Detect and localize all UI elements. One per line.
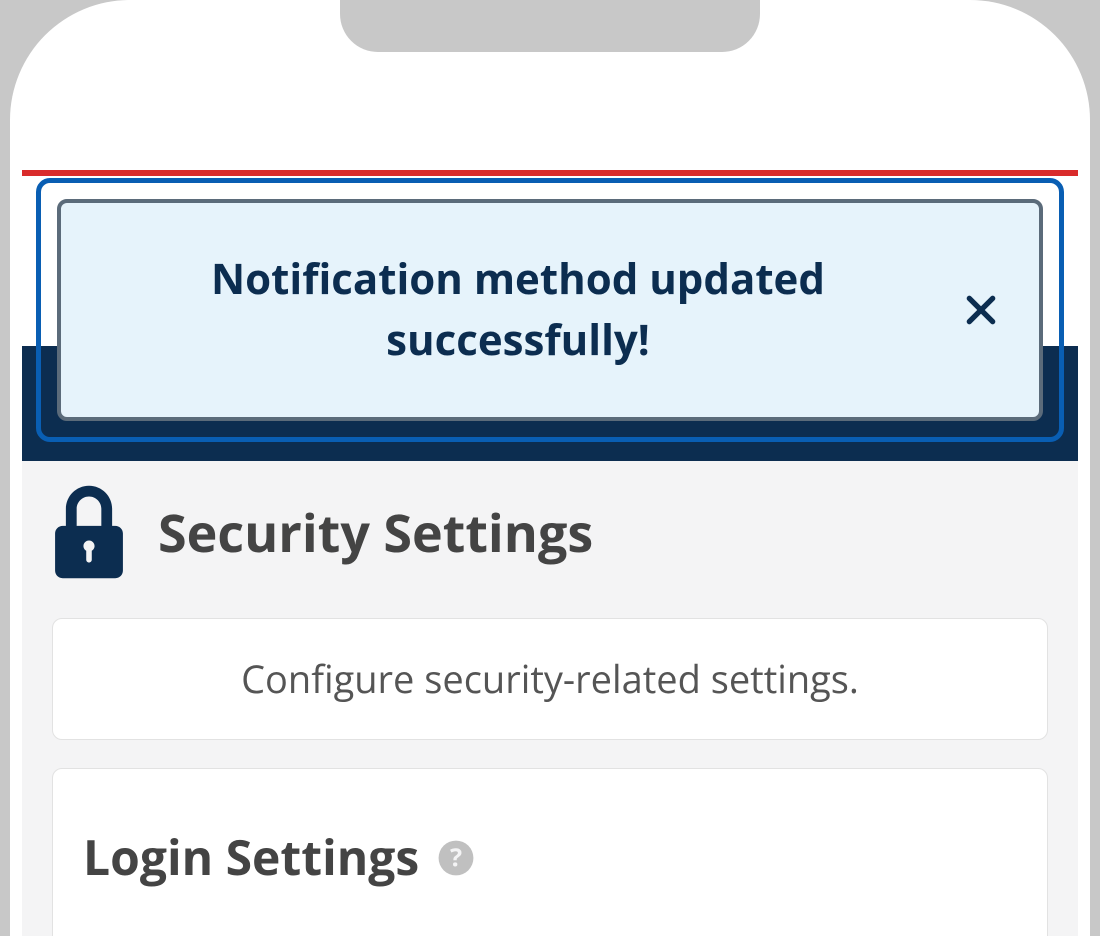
login-settings-card: Login Settings ? — [52, 768, 1048, 936]
help-icon[interactable]: ? — [437, 839, 475, 877]
toast-notification: Notification method updated successfully… — [57, 199, 1043, 421]
security-description-card: Configure security-related settings. — [52, 618, 1048, 740]
page-title: Security Settings — [158, 497, 593, 568]
toast-message: Notification method updated successfully… — [91, 249, 945, 371]
security-description-text: Configure security-related settings. — [81, 653, 1019, 705]
phone-frame: Notification method updated successfully… — [10, 0, 1090, 936]
login-settings-title: Login Settings — [83, 825, 419, 890]
login-settings-header: Login Settings ? — [83, 825, 1017, 890]
phone-notch — [340, 0, 760, 52]
content-area: Security Settings Configure security-rel… — [22, 460, 1078, 936]
svg-text:?: ? — [450, 840, 462, 874]
close-icon[interactable] — [953, 282, 1009, 338]
security-section-header: Security Settings — [52, 482, 1048, 582]
toast-focus-ring: Notification method updated successfully… — [36, 178, 1064, 442]
lock-icon — [52, 482, 126, 582]
